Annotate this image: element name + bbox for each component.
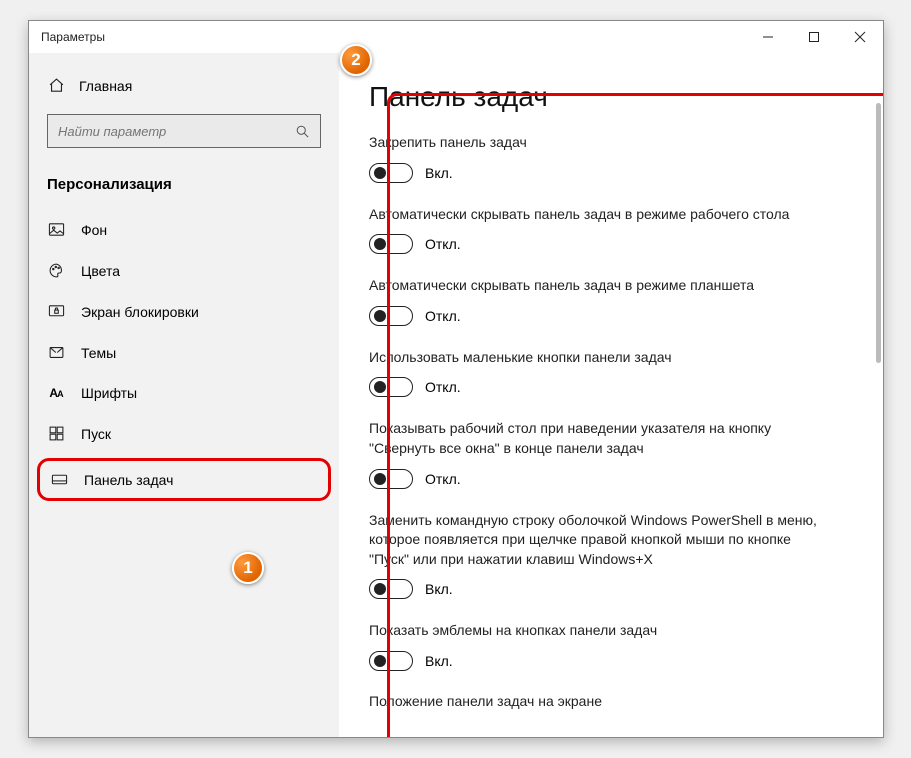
setting-small-buttons: Использовать маленькие кнопки панели зад… bbox=[369, 348, 865, 398]
sidebar-item-taskbar[interactable]: Панель задач bbox=[37, 458, 331, 501]
setting-label: Показывать рабочий стол при наведении ук… bbox=[369, 419, 829, 458]
search-icon bbox=[295, 124, 310, 139]
toggle-state: Откл. bbox=[425, 308, 461, 324]
sidebar-item-colors[interactable]: Цвета bbox=[29, 250, 339, 291]
setting-label: Показать эмблемы на кнопках панели задач bbox=[369, 621, 829, 641]
sidebar-item-themes[interactable]: Темы bbox=[29, 332, 339, 373]
setting-badges: Показать эмблемы на кнопках панели задач… bbox=[369, 621, 865, 671]
close-button[interactable] bbox=[837, 21, 883, 53]
scrollbar-thumb[interactable] bbox=[876, 103, 881, 363]
sidebar: Главная Персонализация Фон Цвета bbox=[29, 53, 339, 737]
toggle-switch[interactable] bbox=[369, 377, 413, 397]
fonts-icon: AA bbox=[47, 386, 65, 400]
maximize-button[interactable] bbox=[791, 21, 837, 53]
toggle-state: Вкл. bbox=[425, 581, 453, 597]
sidebar-item-lockscreen[interactable]: Экран блокировки bbox=[29, 291, 339, 332]
sidebar-item-label: Панель задач bbox=[84, 472, 173, 488]
sidebar-item-label: Цвета bbox=[81, 263, 120, 279]
setting-label: Использовать маленькие кнопки панели зад… bbox=[369, 348, 829, 368]
setting-autohide-tablet: Автоматически скрывать панель задач в ре… bbox=[369, 276, 865, 326]
home-link[interactable]: Главная bbox=[29, 71, 339, 100]
setting-autohide-desktop: Автоматически скрывать панель задач в ре… bbox=[369, 205, 865, 255]
toggle-state: Откл. bbox=[425, 379, 461, 395]
setting-lock-taskbar: Закрепить панель задач Вкл. bbox=[369, 133, 865, 183]
search-box[interactable] bbox=[47, 114, 321, 148]
setting-peek-desktop: Показывать рабочий стол при наведении ук… bbox=[369, 419, 865, 488]
titlebar: Параметры bbox=[29, 21, 883, 53]
toggle-switch[interactable] bbox=[369, 306, 413, 326]
page-title: Панель задач bbox=[369, 81, 865, 113]
sidebar-item-start[interactable]: Пуск bbox=[29, 413, 339, 454]
lockscreen-icon bbox=[47, 303, 65, 320]
setting-label: Заменить командную строку оболочкой Wind… bbox=[369, 511, 829, 570]
toggle-switch[interactable] bbox=[369, 469, 413, 489]
next-section-title: Положение панели задач на экране bbox=[369, 693, 865, 709]
home-icon bbox=[47, 77, 65, 94]
toggle-state: Вкл. bbox=[425, 653, 453, 669]
toggle-switch[interactable] bbox=[369, 651, 413, 671]
image-icon bbox=[47, 221, 65, 238]
sidebar-item-label: Экран блокировки bbox=[81, 304, 199, 320]
window-title: Параметры bbox=[41, 30, 745, 44]
sidebar-item-label: Фон bbox=[81, 222, 107, 238]
sidebar-item-fonts[interactable]: AA Шрифты bbox=[29, 373, 339, 413]
minimize-icon bbox=[762, 31, 774, 43]
toggle-state: Откл. bbox=[425, 471, 461, 487]
setting-label: Автоматически скрывать панель задач в ре… bbox=[369, 276, 829, 296]
annotation-badge-2: 2 bbox=[340, 44, 372, 76]
toggle-state: Откл. bbox=[425, 236, 461, 252]
themes-icon bbox=[47, 344, 65, 361]
sidebar-item-label: Шрифты bbox=[81, 385, 137, 401]
settings-window: Параметры Главная Персонал bbox=[28, 20, 884, 738]
category-title: Персонализация bbox=[29, 166, 339, 209]
toggle-switch[interactable] bbox=[369, 579, 413, 599]
close-icon bbox=[854, 31, 866, 43]
taskbar-icon bbox=[50, 471, 68, 488]
sidebar-item-label: Темы bbox=[81, 345, 116, 361]
toggle-state: Вкл. bbox=[425, 165, 453, 181]
sidebar-item-label: Пуск bbox=[81, 426, 111, 442]
setting-powershell: Заменить командную строку оболочкой Wind… bbox=[369, 511, 865, 600]
setting-label: Закрепить панель задач bbox=[369, 133, 829, 153]
main-content: Панель задач Закрепить панель задач Вкл.… bbox=[339, 53, 883, 737]
minimize-button[interactable] bbox=[745, 21, 791, 53]
toggle-switch[interactable] bbox=[369, 163, 413, 183]
home-label: Главная bbox=[79, 78, 132, 94]
maximize-icon bbox=[808, 31, 820, 43]
sidebar-item-background[interactable]: Фон bbox=[29, 209, 339, 250]
toggle-switch[interactable] bbox=[369, 234, 413, 254]
start-icon bbox=[47, 425, 65, 442]
window-body: Главная Персонализация Фон Цвета bbox=[29, 53, 883, 737]
setting-label: Автоматически скрывать панель задач в ре… bbox=[369, 205, 829, 225]
palette-icon bbox=[47, 262, 65, 279]
search-input[interactable] bbox=[58, 124, 287, 139]
annotation-badge-1: 1 bbox=[232, 552, 264, 584]
